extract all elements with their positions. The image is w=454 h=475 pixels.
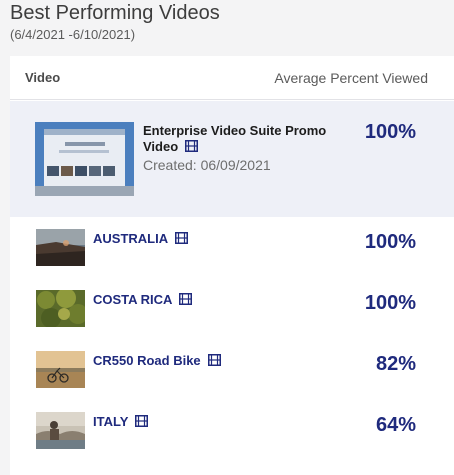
featured-video-percent: 100% bbox=[364, 121, 416, 143]
list-item[interactable]: CR550 Road Bike 82% bbox=[10, 339, 454, 400]
table-header: Video Average Percent Viewed bbox=[10, 56, 454, 100]
featured-video-title[interactable]: Enterprise Video Suite Promo Video bbox=[143, 123, 343, 155]
video-thumbnail[interactable] bbox=[36, 229, 85, 266]
film-icon bbox=[135, 415, 149, 427]
featured-video-thumbnail[interactable] bbox=[35, 122, 134, 196]
percent-viewed: 82% bbox=[375, 353, 416, 375]
video-thumbnail[interactable] bbox=[36, 351, 85, 388]
featured-video-created-date: Created: 06/09/2021 bbox=[143, 157, 271, 173]
column-header-video: Video bbox=[25, 70, 61, 85]
film-icon bbox=[185, 140, 199, 152]
film-icon bbox=[175, 232, 189, 244]
column-header-average-percent: Average Percent Viewed bbox=[274, 70, 428, 86]
percent-viewed: 100% bbox=[364, 292, 416, 314]
video-thumbnail[interactable] bbox=[36, 290, 85, 327]
video-title-link[interactable]: ITALY bbox=[93, 414, 149, 429]
video-title-link[interactable]: CR550 Road Bike bbox=[93, 353, 221, 368]
video-title-link[interactable]: COSTA RICA bbox=[93, 292, 193, 307]
film-icon bbox=[207, 354, 221, 366]
film-icon bbox=[179, 293, 193, 305]
percent-viewed: 100% bbox=[364, 231, 416, 253]
video-thumbnail[interactable] bbox=[36, 412, 85, 449]
list-item[interactable]: COSTA RICA 100% bbox=[10, 278, 454, 339]
date-range: (6/4/2021 -6/10/2021) bbox=[10, 27, 136, 42]
list-item[interactable]: ITALY 64% bbox=[10, 400, 454, 461]
videos-panel: Video Average Percent Viewed Enterprise … bbox=[10, 56, 454, 475]
page-title: Best Performing Videos bbox=[10, 2, 220, 24]
video-title-link[interactable]: AUSTRALIA bbox=[93, 231, 189, 246]
percent-viewed: 64% bbox=[375, 414, 416, 436]
list-item[interactable]: AUSTRALIA 100% bbox=[10, 217, 454, 278]
featured-video-row[interactable]: Enterprise Video Suite Promo Video Creat… bbox=[10, 101, 454, 217]
